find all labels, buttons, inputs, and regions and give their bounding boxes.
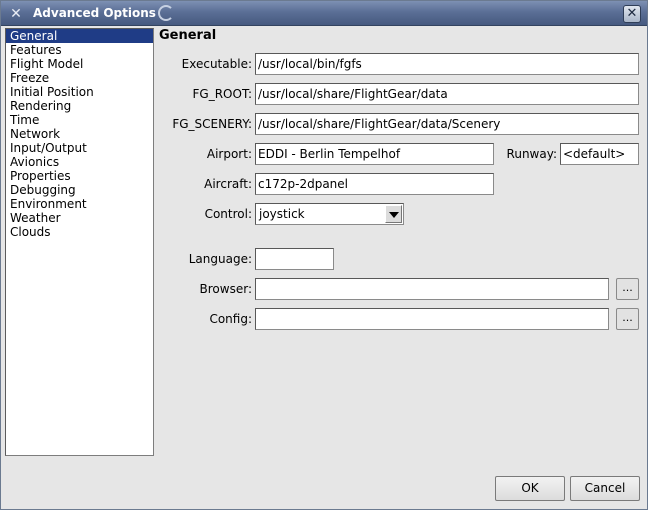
airport-field[interactable]: EDDI - Berlin Tempelhof: [255, 143, 494, 165]
category-item-input-output[interactable]: Input/Output: [6, 141, 153, 155]
executable-label: Executable:: [181, 57, 252, 71]
runway-field[interactable]: <default>: [560, 143, 639, 165]
title-bar[interactable]: ✕ Advanced Options ✕: [1, 1, 647, 26]
swirl-icon: [158, 5, 174, 21]
category-item-network[interactable]: Network: [6, 127, 153, 141]
category-item-flight-model[interactable]: Flight Model: [6, 57, 153, 71]
category-item-properties[interactable]: Properties: [6, 169, 153, 183]
control-dropdown[interactable]: joystick: [255, 203, 404, 225]
aircraft-field[interactable]: c172p-2dpanel: [255, 173, 494, 195]
advanced-options-window: ✕ Advanced Options ✕ General Features Flig…: [0, 0, 648, 510]
fgscenery-field[interactable]: /usr/local/share/FlightGear/data/Scenery: [255, 113, 639, 135]
category-item-rendering[interactable]: Rendering: [6, 99, 153, 113]
config-field[interactable]: [255, 308, 609, 330]
category-item-features[interactable]: Features: [6, 43, 153, 57]
category-item-environment[interactable]: Environment: [6, 197, 153, 211]
fgroot-label: FG_ROOT:: [192, 87, 252, 101]
browser-label: Browser:: [199, 282, 252, 296]
category-item-general[interactable]: General: [6, 29, 153, 43]
fgroot-field[interactable]: /usr/local/share/FlightGear/data: [255, 83, 639, 105]
executable-field[interactable]: /usr/local/bin/fgfs: [255, 53, 639, 75]
runway-label: Runway:: [506, 147, 557, 161]
category-item-initial-position[interactable]: Initial Position: [6, 85, 153, 99]
x-app-icon[interactable]: ✕: [8, 6, 24, 22]
window-title: Advanced Options: [33, 6, 156, 20]
category-item-freeze[interactable]: Freeze: [6, 71, 153, 85]
close-button[interactable]: ✕: [623, 5, 641, 23]
language-label: Language:: [188, 252, 252, 266]
chevron-down-icon[interactable]: [385, 205, 402, 223]
config-label: Config:: [209, 312, 252, 326]
category-item-avionics[interactable]: Avionics: [6, 155, 153, 169]
browser-browse-button[interactable]: ...: [616, 278, 639, 300]
config-browse-button[interactable]: ...: [616, 308, 639, 330]
browser-field[interactable]: [255, 278, 609, 300]
language-field[interactable]: [255, 248, 334, 270]
control-dropdown-value: joystick: [259, 207, 305, 221]
aircraft-label: Aircraft:: [204, 177, 252, 191]
fgscenery-label: FG_SCENERY:: [172, 117, 252, 131]
cancel-button[interactable]: Cancel: [570, 476, 640, 501]
category-item-debugging[interactable]: Debugging: [6, 183, 153, 197]
airport-label: Airport:: [206, 147, 252, 161]
category-item-clouds[interactable]: Clouds: [6, 225, 153, 239]
category-list[interactable]: General Features Flight Model Freeze Initial…: [5, 28, 154, 456]
control-label: Control:: [204, 207, 252, 221]
section-title: General: [159, 28, 217, 43]
category-item-time[interactable]: Time: [6, 113, 153, 127]
ok-button[interactable]: OK: [495, 476, 565, 501]
category-item-weather[interactable]: Weather: [6, 211, 153, 225]
